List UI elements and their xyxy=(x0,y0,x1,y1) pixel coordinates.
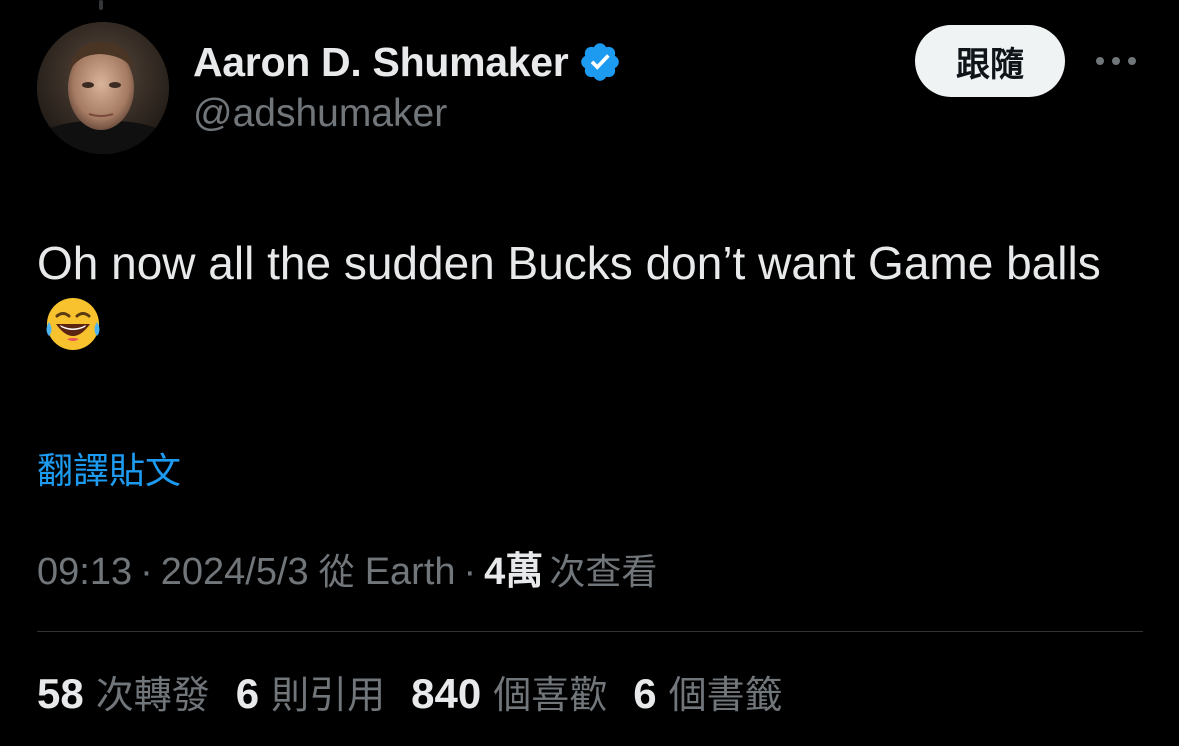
stat-count: 6 xyxy=(235,670,260,717)
source-prefix: 從 xyxy=(318,552,355,593)
stat-quotes[interactable]: 6 則引用 xyxy=(236,664,385,719)
stat-label: 次轉發 xyxy=(95,673,210,717)
avatar[interactable] xyxy=(37,22,169,154)
tweet-date[interactable]: 2024/5/3 xyxy=(161,551,309,594)
tweet-time[interactable]: 09:13 xyxy=(37,551,132,594)
face-with-tears-of-joy-icon xyxy=(43,294,103,369)
stat-reposts[interactable]: 58 次轉發 xyxy=(37,664,210,719)
thread-connector-line xyxy=(99,0,103,10)
tweet-text: Oh now all the sudden Bucks don’t want G… xyxy=(37,237,1101,289)
views-count[interactable]: 4萬 xyxy=(484,540,543,595)
stat-count: 6 xyxy=(633,670,657,717)
meta-separator: · xyxy=(140,551,153,593)
verified-badge-icon[interactable] xyxy=(578,40,622,84)
tweet-meta: 09:13 · 2024/5/3 從 Earth · 4萬 次查看 xyxy=(37,540,657,595)
translate-post-link[interactable]: 翻譯貼文 xyxy=(37,442,181,494)
stat-label: 個書籤 xyxy=(668,673,783,717)
author-handle[interactable]: @adshumaker xyxy=(193,92,447,136)
tweet-source: Earth xyxy=(364,551,456,593)
stat-bookmarks[interactable]: 6 個書籤 xyxy=(633,664,782,719)
follow-button[interactable]: 跟隨 xyxy=(915,25,1065,97)
avatar-image xyxy=(37,22,169,154)
stat-label: 則引用 xyxy=(271,673,386,717)
more-options-icon[interactable] xyxy=(1091,46,1141,76)
author-name-row: Aaron D. Shumaker xyxy=(193,38,622,86)
meta-separator: · xyxy=(463,551,477,593)
tweet-body: Oh now all the sudden Bucks don’t want G… xyxy=(37,232,1147,369)
stat-count: 840 xyxy=(411,670,482,717)
stat-likes[interactable]: 840 個喜歡 xyxy=(411,664,607,719)
stat-count: 58 xyxy=(37,670,84,717)
divider xyxy=(37,631,1143,632)
author-display-name[interactable]: Aaron D. Shumaker xyxy=(193,39,569,86)
engagement-stats: 58 次轉發 6 則引用 840 個喜歡 6 個書籤 xyxy=(37,664,809,719)
stat-label: 個喜歡 xyxy=(493,673,608,717)
views-label: 次查看 xyxy=(549,552,658,593)
